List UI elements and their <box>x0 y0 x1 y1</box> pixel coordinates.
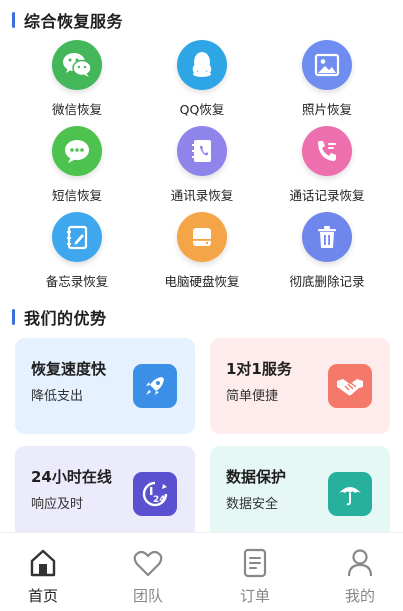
memo-icon <box>52 212 102 262</box>
tab-label: 订单 <box>239 587 270 605</box>
tab-mine[interactable]: 我的 <box>320 547 400 606</box>
service-label: 微信恢复 <box>51 102 102 117</box>
heart-icon <box>108 547 188 579</box>
service-label: 备忘录恢复 <box>45 274 109 289</box>
service-contacts-recovery[interactable]: 通讯录恢复 <box>137 126 267 204</box>
wechat-icon <box>52 40 102 90</box>
service-label: 电脑硬盘恢复 <box>164 274 240 289</box>
service-label: 通话记录恢复 <box>289 188 365 203</box>
service-label: 短信恢复 <box>51 188 102 203</box>
service-calllog-recovery[interactable]: 通话记录恢复 <box>262 126 392 204</box>
advantage-card-data-protection[interactable]: 数据保护 数据安全 <box>210 446 390 542</box>
phone-icon <box>302 126 352 176</box>
trash-icon <box>302 212 352 262</box>
handshake-icon <box>328 364 372 408</box>
advantages-title-text: 我们的优势 <box>24 309 107 328</box>
clock-24-icon: 24 <box>133 472 177 516</box>
service-label: QQ恢复 <box>179 102 225 117</box>
photo-icon <box>302 40 352 90</box>
sms-icon <box>52 126 102 176</box>
tab-orders[interactable]: 订单 <box>215 547 295 606</box>
service-qq-recovery[interactable]: QQ恢复 <box>137 40 267 118</box>
contacts-icon <box>177 126 227 176</box>
advantage-card-one-on-one[interactable]: 1对1服务 简单便捷 <box>210 338 390 434</box>
service-harddisk-recovery[interactable]: 电脑硬盘恢复 <box>137 212 267 290</box>
qq-icon <box>177 40 227 90</box>
home-icon <box>3 547 83 579</box>
service-photo-recovery[interactable]: 照片恢复 <box>262 40 392 118</box>
advantage-card-24h[interactable]: 24小时在线 响应及时 24 <box>15 446 195 542</box>
service-memo-recovery[interactable]: 备忘录恢复 <box>12 212 142 290</box>
rocket-icon <box>133 364 177 408</box>
service-permanent-delete[interactable]: 彻底删除记录 <box>262 212 392 290</box>
service-wechat-recovery[interactable]: 微信恢复 <box>12 40 142 118</box>
tab-team[interactable]: 团队 <box>108 547 188 606</box>
harddisk-icon <box>177 212 227 262</box>
services-section-title: 综合恢复服务 <box>12 10 124 31</box>
services-title-text: 综合恢复服务 <box>24 12 124 31</box>
advantage-card-speed[interactable]: 恢复速度快 降低支出 <box>15 338 195 434</box>
advantages-section-title: 我们的优势 <box>12 307 107 328</box>
bottom-tab-bar: 首页 团队 订单 我的 <box>0 532 403 611</box>
tab-label: 首页 <box>27 587 58 605</box>
svg-text:24: 24 <box>153 495 166 505</box>
tab-label: 我的 <box>344 587 375 605</box>
service-label: 彻底删除记录 <box>289 274 365 289</box>
title-accent-bar <box>12 12 15 28</box>
title-accent-bar <box>12 309 15 325</box>
service-label: 通讯录恢复 <box>170 188 234 203</box>
service-sms-recovery[interactable]: 短信恢复 <box>12 126 142 204</box>
umbrella-icon <box>328 472 372 516</box>
user-icon <box>320 547 400 579</box>
order-icon <box>215 547 295 579</box>
tab-home[interactable]: 首页 <box>3 547 83 606</box>
service-label: 照片恢复 <box>301 102 352 117</box>
tab-label: 团队 <box>132 587 163 605</box>
